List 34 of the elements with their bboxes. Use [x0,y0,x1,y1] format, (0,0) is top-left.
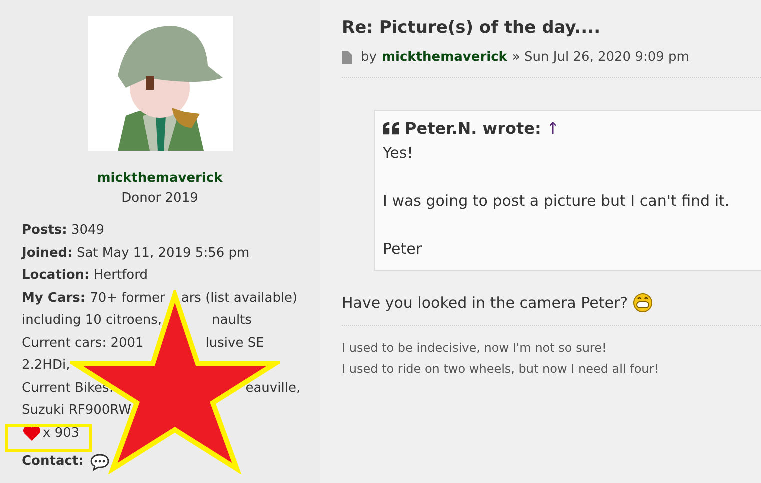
profile-text: including 10 citroens, [22,313,162,330]
profile-text: 2.2HDi, [22,358,70,374]
profile-field: Location: Hertford [22,268,148,284]
quote-link[interactable]: ↑ [546,119,560,138]
quote-text: Yes! [383,143,414,164]
profile-text: My Cars: 70+ former [22,290,166,307]
profile-text: Current cars: 2001 [22,336,144,352]
signature-line: I used to ride on two wheels, but now I need all four! [342,361,660,378]
profile-text: lusive SE [206,336,264,352]
profile-text: Current Bikes: [22,380,114,397]
profile-text: Suzuki RF900RW [22,403,132,420]
chat-icon[interactable] [90,453,110,472]
quote-icon [383,122,400,135]
post-text: Have you looked in the camera Peter? [342,294,628,312]
quote-author: Peter.N. wrote: [405,119,542,138]
quote-text: Peter [383,239,424,260]
user-rank: Donor 2019 [120,191,200,206]
heart-icon [22,425,42,442]
post-date: » Sun Jul 26, 2020 9:09 pm [512,50,690,65]
contact-label: Contact: [22,454,84,470]
document-icon[interactable] [342,51,352,64]
profile-field: Joined: Sat May 11, 2019 5:56 pm [22,246,250,262]
signature-line: I used to be indecisive, now I'm not so sure! [342,340,608,357]
quote-text: I was going to post a picture but I can't find it. [383,191,731,212]
username[interactable]: mickthemaverick [0,171,320,186]
byline: by [361,50,377,65]
profile-field: Posts: 3049 [22,223,105,240]
profile-text: ars (list available) [181,290,298,307]
post-title[interactable]: Re: Picture(s) of the day.... [342,18,761,38]
grin-emoji-icon [633,293,654,313]
profile-text: eauville, [246,380,301,397]
likes-count: x 903 [43,426,80,442]
author-link[interactable]: mickthemaverick [382,50,508,65]
profile-text: naults [212,313,252,330]
